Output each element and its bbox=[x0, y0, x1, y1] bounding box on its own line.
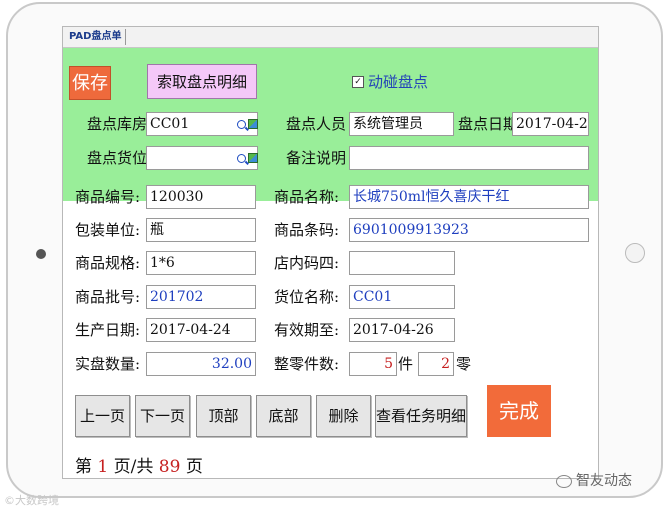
camera-dot bbox=[36, 249, 46, 259]
pick-list-icon[interactable] bbox=[248, 153, 258, 163]
location-label: 盘点货位 bbox=[87, 149, 148, 167]
next-page-button[interactable]: 下一页 bbox=[135, 395, 190, 437]
person-input[interactable]: 系统管理员 bbox=[349, 112, 454, 136]
barcode-input[interactable]: 6901009913923 bbox=[349, 218, 589, 242]
dynamic-count-label: 动碰盘点 bbox=[368, 73, 429, 91]
app-screen: PAD盘点单 保存 索取盘点明细 ✓ 动碰盘点 盘点库房 CC01 盘点人员 系… bbox=[62, 26, 599, 479]
title-bar: PAD盘点单 bbox=[63, 27, 598, 48]
slot-input[interactable]: CC01 bbox=[349, 285, 455, 309]
qty-input[interactable]: 32.00 bbox=[146, 352, 256, 376]
search-icon[interactable] bbox=[237, 120, 246, 129]
remark-label: 备注说明 bbox=[286, 149, 347, 167]
watermark-right: 智友动态 bbox=[556, 470, 632, 492]
expiry-input[interactable]: 2017-04-26 bbox=[349, 318, 455, 342]
watermark-right-text: 智友动态 bbox=[576, 473, 632, 489]
code-input[interactable]: 120030 bbox=[146, 185, 256, 209]
loose-input[interactable]: 2 bbox=[418, 352, 454, 376]
barcode-label: 商品条码: bbox=[274, 221, 340, 239]
pick-list-icon[interactable] bbox=[248, 119, 258, 129]
qty-label: 实盘数量: bbox=[75, 355, 141, 373]
pieces-label: 整零件数: bbox=[274, 355, 340, 373]
done-button[interactable]: 完成 bbox=[487, 385, 551, 437]
current-page: 1 bbox=[97, 457, 109, 477]
mfg-date-label: 生产日期: bbox=[75, 321, 141, 339]
top-button[interactable]: 顶部 bbox=[196, 395, 251, 437]
page-middle: 页/共 bbox=[113, 457, 154, 477]
spec-label: 商品规格: bbox=[75, 254, 141, 272]
fetch-details-button[interactable]: 索取盘点明细 bbox=[147, 64, 257, 99]
person-label: 盘点人员 bbox=[286, 115, 347, 133]
wechat-icon bbox=[556, 474, 572, 488]
search-icon[interactable] bbox=[237, 154, 246, 163]
store-code4-label: 店内码四: bbox=[274, 254, 340, 272]
unit-label: 包装单位: bbox=[75, 221, 141, 239]
save-button[interactable]: 保存 bbox=[69, 66, 111, 100]
page-suffix: 页 bbox=[185, 457, 203, 477]
pieces-input[interactable]: 5 bbox=[349, 352, 397, 376]
name-label: 商品名称: bbox=[274, 188, 340, 206]
store-code4-input[interactable] bbox=[349, 251, 455, 275]
dynamic-count-checkbox[interactable]: ✓ bbox=[352, 76, 364, 88]
batch-label: 商品批号: bbox=[75, 288, 141, 306]
mfg-date-input[interactable]: 2017-04-24 bbox=[146, 318, 256, 342]
expiry-label: 有效期至: bbox=[274, 321, 340, 339]
home-button[interactable] bbox=[625, 243, 645, 263]
delete-button[interactable]: 删除 bbox=[316, 395, 371, 437]
pieces-unit: 件 bbox=[398, 355, 414, 373]
view-task-details-button[interactable]: 查看任务明细 bbox=[375, 395, 467, 437]
date-input[interactable]: 2017-04-28 bbox=[512, 112, 589, 136]
prev-page-button[interactable]: 上一页 bbox=[75, 395, 130, 437]
window-title[interactable]: PAD盘点单 bbox=[65, 29, 127, 45]
unit-input[interactable]: 瓶 bbox=[146, 218, 256, 242]
bottom-button[interactable]: 底部 bbox=[256, 395, 311, 437]
code-label: 商品编号: bbox=[75, 188, 141, 206]
name-input[interactable]: 长城750ml恒久喜庆干红 bbox=[349, 185, 589, 209]
date-label: 盘点日期 bbox=[458, 115, 519, 133]
slot-label: 货位名称: bbox=[274, 288, 340, 306]
warehouse-label: 盘点库房 bbox=[87, 115, 148, 133]
spec-input[interactable]: 1*6 bbox=[146, 251, 256, 275]
batch-input[interactable]: 201702 bbox=[146, 285, 256, 309]
page-indicator: 第 1 页/共 89 页 bbox=[75, 452, 203, 477]
watermark-left: ©大数跨境 bbox=[4, 494, 59, 507]
total-pages: 89 bbox=[158, 457, 181, 477]
remark-input[interactable] bbox=[349, 146, 589, 170]
page-prefix: 第 bbox=[75, 457, 92, 477]
loose-unit: 零 bbox=[456, 355, 472, 373]
